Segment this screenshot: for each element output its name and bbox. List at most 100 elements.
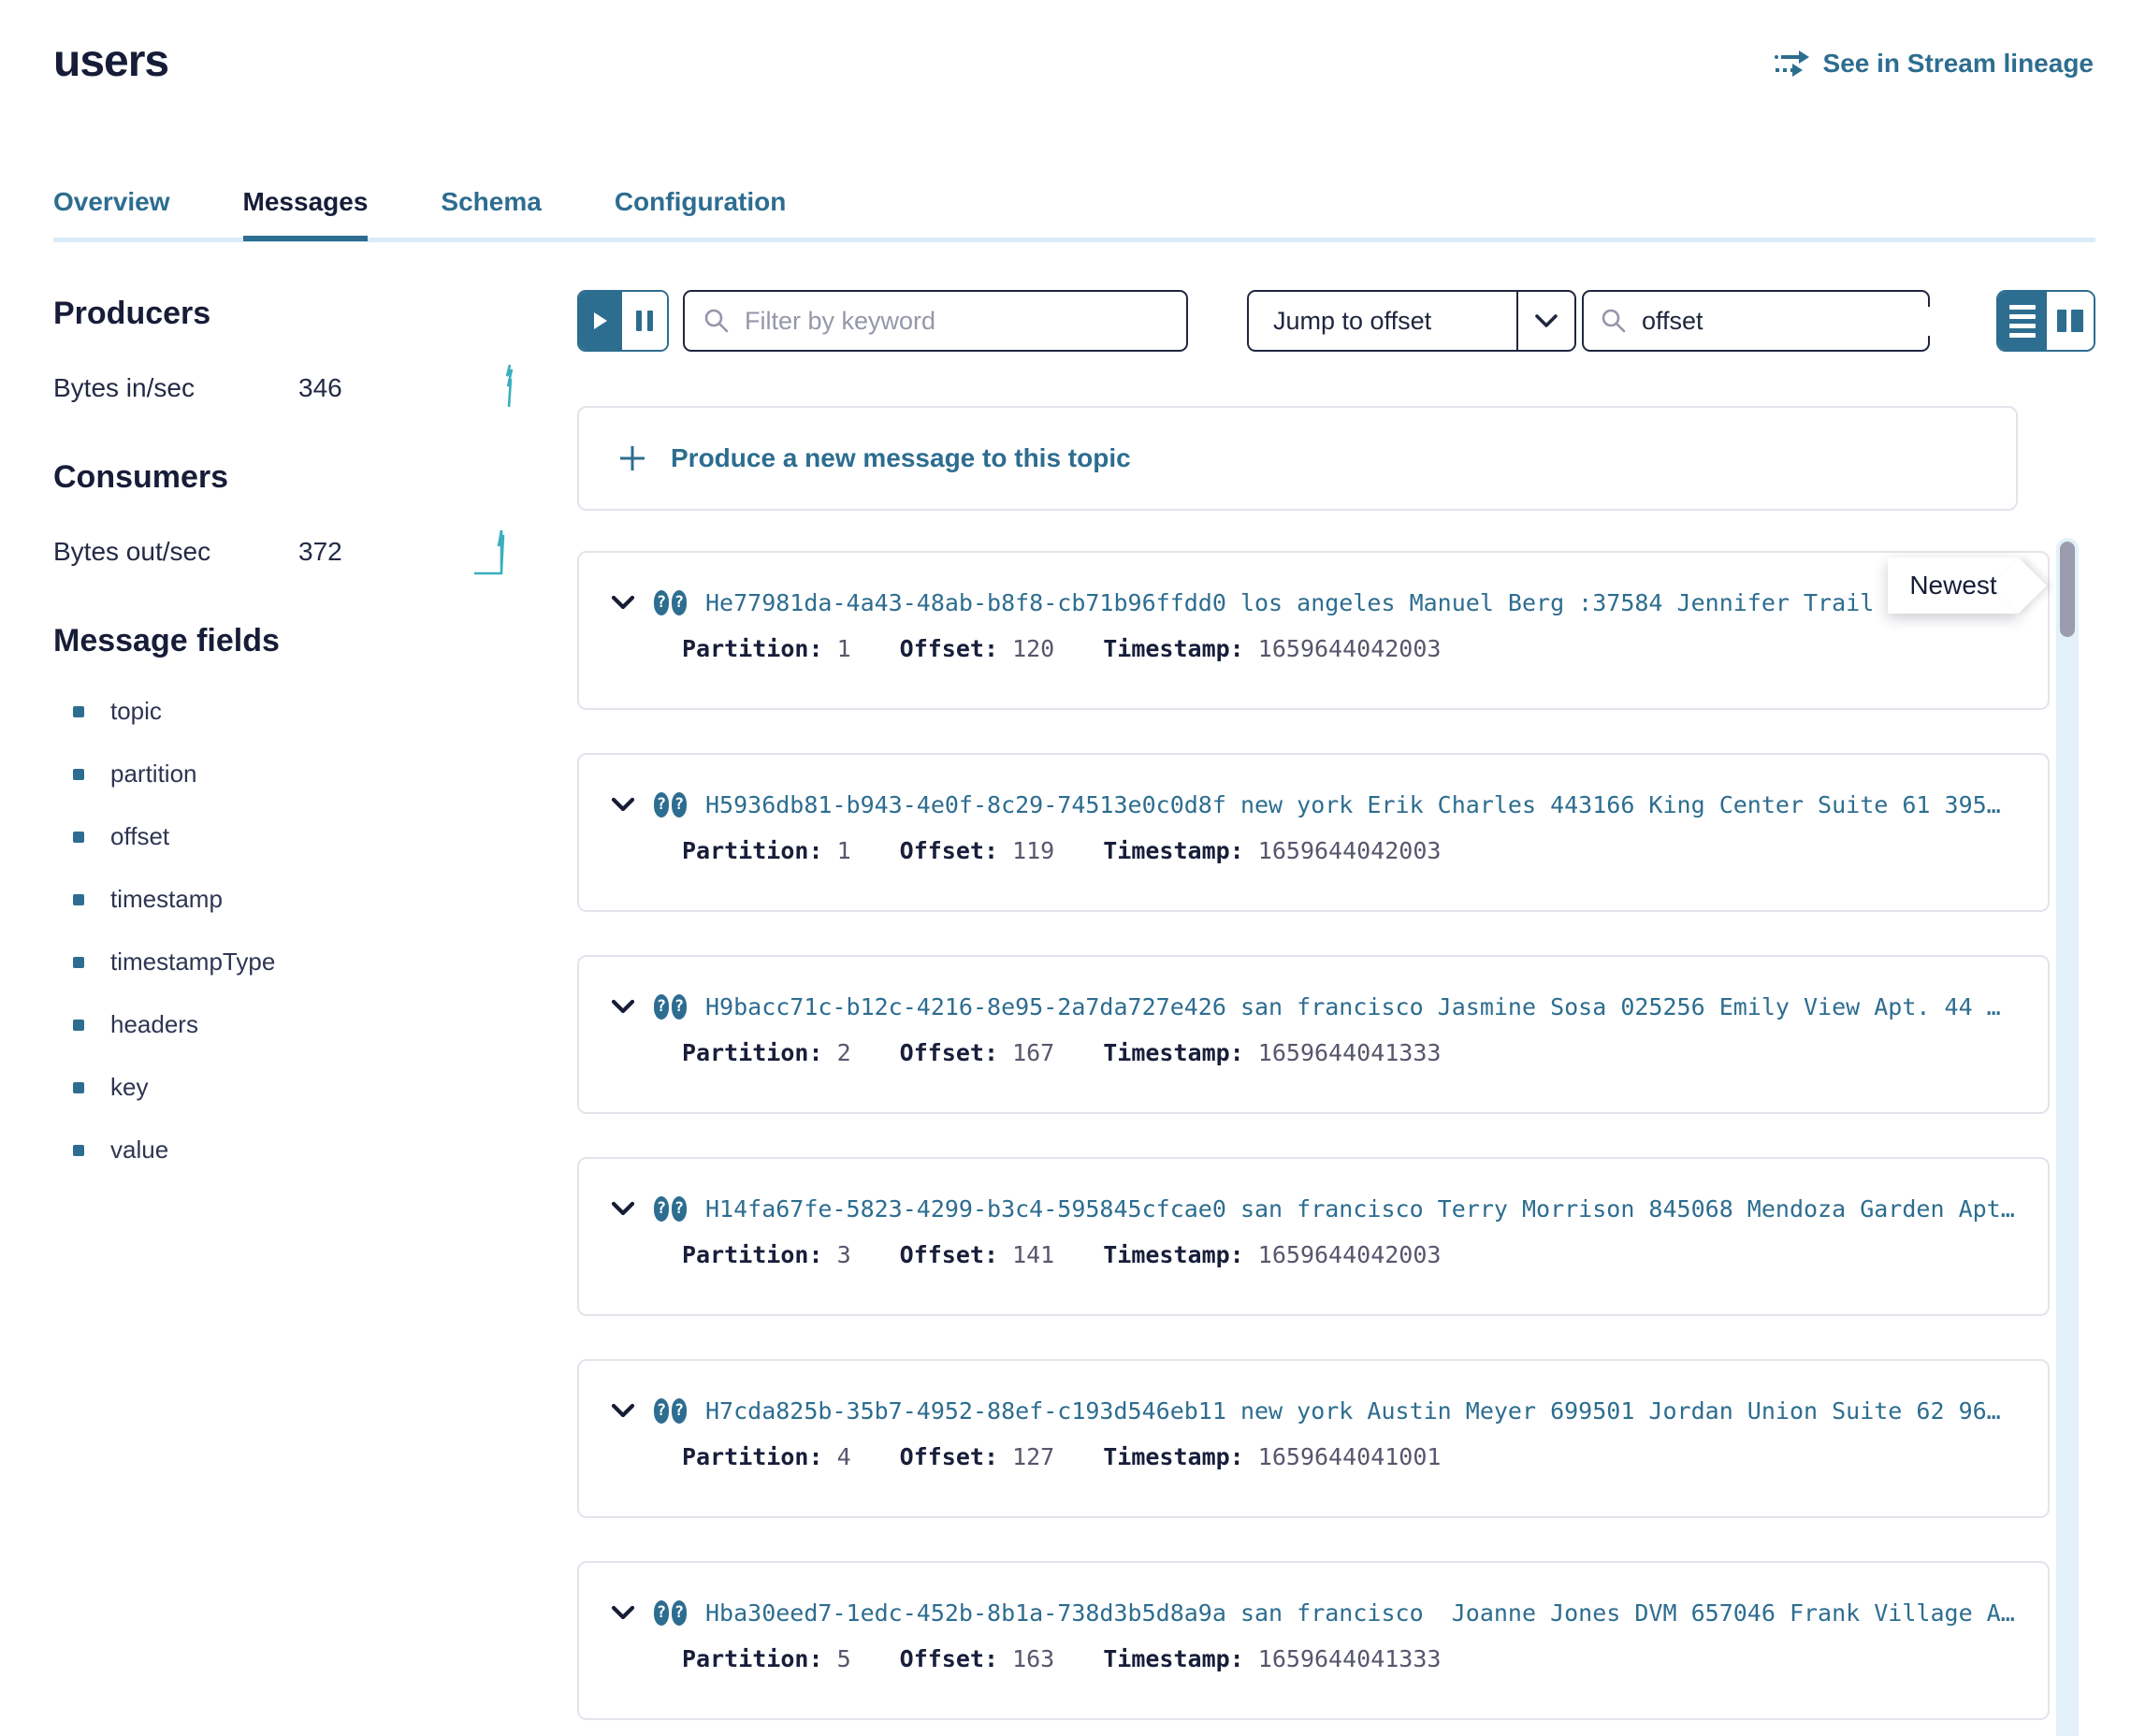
list-view-button[interactable] [1998, 292, 2047, 350]
message-list: ?? He77981da-4a43-48ab-b8f8-cb71b96ffdd0… [577, 551, 2050, 1736]
partition-label: Partition: [682, 1039, 823, 1066]
produce-message-label: Produce a new message to this topic [671, 443, 1131, 473]
offset-pair: Offset: 120 [900, 635, 1055, 662]
bytes-out-sparkline [472, 524, 521, 581]
timestamp-pair: Timestamp: 1659644041001 [1103, 1443, 1441, 1470]
plus-icon [618, 444, 646, 472]
search-icon [1601, 308, 1627, 334]
partition-pair: Partition: 2 [682, 1039, 851, 1066]
tab-schema[interactable]: Schema [441, 187, 541, 241]
offset-value: 127 [1012, 1443, 1054, 1470]
replacement-char-icon: ? [654, 1196, 669, 1222]
binary-key-glyphs: ?? [654, 792, 687, 817]
pause-button[interactable] [622, 292, 667, 350]
tab-overview[interactable]: Overview [53, 187, 170, 241]
replacement-char-icon: ? [654, 994, 669, 1020]
field-name: value [110, 1136, 168, 1165]
offset-label: Offset: [900, 1039, 998, 1066]
partition-pair: Partition: 3 [682, 1241, 851, 1268]
tab-bar: Overview Messages Schema Configuration [53, 187, 786, 241]
message-field-item: topic [53, 680, 521, 743]
message-row-header[interactable]: ?? Hba30eed7-1edc-452b-8b1a-738d3b5d8a9a… [611, 1597, 2025, 1628]
field-bullet-icon [73, 1082, 84, 1093]
message-card: ?? H5936db81-b943-4e0f-8c29-74513e0c0d8f… [577, 753, 2050, 912]
message-meta: Partition: 3 Offset: 141 Timestamp: 1659… [682, 1241, 2025, 1268]
replacement-char-icon: ? [672, 1600, 687, 1626]
partition-pair: Partition: 5 [682, 1645, 851, 1672]
produce-message-button[interactable]: Produce a new message to this topic [577, 406, 2018, 511]
timestamp-pair: Timestamp: 1659644042003 [1103, 837, 1441, 864]
jump-to-offset-select[interactable]: Jump to offset [1247, 290, 1576, 352]
message-row-header[interactable]: ?? He77981da-4a43-48ab-b8f8-cb71b96ffdd0… [611, 586, 2025, 618]
bytes-in-sparkline [499, 362, 521, 415]
consumers-heading: Consumers [53, 459, 521, 496]
binary-key-glyphs: ?? [654, 1600, 687, 1626]
message-field-item: partition [53, 743, 521, 805]
list-view-icon [2009, 305, 2036, 310]
bytes-out-value: 372 [298, 537, 342, 567]
offset-search-input[interactable] [1642, 307, 1973, 336]
chevron-down-icon[interactable] [611, 1605, 635, 1621]
field-bullet-icon [73, 894, 84, 905]
chevron-down-icon[interactable] [611, 797, 635, 813]
message-card: ?? H9bacc71c-b12c-4216-8e95-2a7da727e426… [577, 955, 2050, 1114]
timestamp-label: Timestamp: [1103, 1039, 1244, 1066]
timestamp-label: Timestamp: [1103, 1443, 1244, 1470]
binary-key-glyphs: ?? [654, 1196, 687, 1222]
message-row-header[interactable]: ?? H9bacc71c-b12c-4216-8e95-2a7da727e426… [611, 991, 2025, 1022]
field-bullet-icon [73, 769, 84, 780]
scrollbar-track[interactable] [2056, 538, 2079, 1736]
chevron-down-icon[interactable] [1516, 292, 1574, 350]
filter-input-wrapper [683, 290, 1188, 352]
stream-lineage-link[interactable]: See in Stream lineage [1775, 49, 2094, 79]
filter-keyword-input[interactable] [745, 307, 1167, 336]
tab-configuration[interactable]: Configuration [615, 187, 787, 241]
producers-metric-row: Bytes in/sec 346 [53, 364, 521, 412]
column-view-button[interactable] [2047, 292, 2094, 350]
message-fields-list: topic partition offset timestamp timesta… [53, 680, 521, 1181]
message-field-item: offset [53, 805, 521, 868]
chevron-down-icon[interactable] [611, 595, 635, 611]
partition-value: 2 [837, 1039, 851, 1066]
tab-messages[interactable]: Messages [243, 187, 369, 241]
replacement-char-icon: ? [654, 792, 669, 817]
message-row-header[interactable]: ?? H14fa67fe-5823-4299-b3c4-595845cfcae0… [611, 1193, 2025, 1224]
chevron-down-icon[interactable] [611, 1403, 635, 1419]
column-view-icon [2057, 310, 2066, 332]
message-fields-heading: Message fields [53, 623, 521, 659]
replacement-char-icon: ? [672, 590, 687, 615]
message-card: ?? H7cda825b-35b7-4952-88ef-c193d546eb11… [577, 1359, 2050, 1518]
message-row-header[interactable]: ?? H5936db81-b943-4e0f-8c29-74513e0c0d8f… [611, 788, 2025, 820]
play-button[interactable] [579, 292, 622, 350]
chevron-down-icon[interactable] [611, 1201, 635, 1217]
offset-pair: Offset: 127 [900, 1443, 1055, 1470]
replacement-char-icon: ? [672, 1398, 687, 1424]
scrollbar-thumb[interactable] [2060, 542, 2075, 637]
message-key-preview: H7cda825b-35b7-4952-88ef-c193d546eb11 ne… [705, 1397, 2025, 1425]
field-name: offset [110, 822, 169, 851]
message-row-header[interactable]: ?? H7cda825b-35b7-4952-88ef-c193d546eb11… [611, 1395, 2025, 1426]
binary-key-glyphs: ?? [654, 994, 687, 1020]
message-meta: Partition: 1 Offset: 119 Timestamp: 1659… [682, 837, 2025, 864]
partition-label: Partition: [682, 1645, 823, 1672]
partition-label: Partition: [682, 837, 823, 864]
replacement-char-icon: ? [672, 792, 687, 817]
offset-label: Offset: [900, 635, 998, 662]
field-bullet-icon [73, 832, 84, 843]
partition-label: Partition: [682, 635, 823, 662]
chevron-down-icon[interactable] [611, 999, 635, 1015]
timestamp-value: 1659644042003 [1258, 635, 1442, 662]
offset-label: Offset: [900, 1443, 998, 1470]
field-bullet-icon [73, 1145, 84, 1156]
partition-pair: Partition: 1 [682, 837, 851, 864]
offset-label: Offset: [900, 1241, 998, 1268]
partition-value: 1 [837, 635, 851, 662]
partition-label: Partition: [682, 1241, 823, 1268]
field-bullet-icon [73, 706, 84, 717]
binary-key-glyphs: ?? [654, 1398, 687, 1424]
offset-value: 119 [1012, 837, 1054, 864]
message-card: ?? H14fa67fe-5823-4299-b3c4-595845cfcae0… [577, 1157, 2050, 1316]
bytes-in-label: Bytes in/sec [53, 373, 298, 403]
timestamp-value: 1659644041333 [1258, 1645, 1442, 1672]
timestamp-label: Timestamp: [1103, 1645, 1244, 1672]
